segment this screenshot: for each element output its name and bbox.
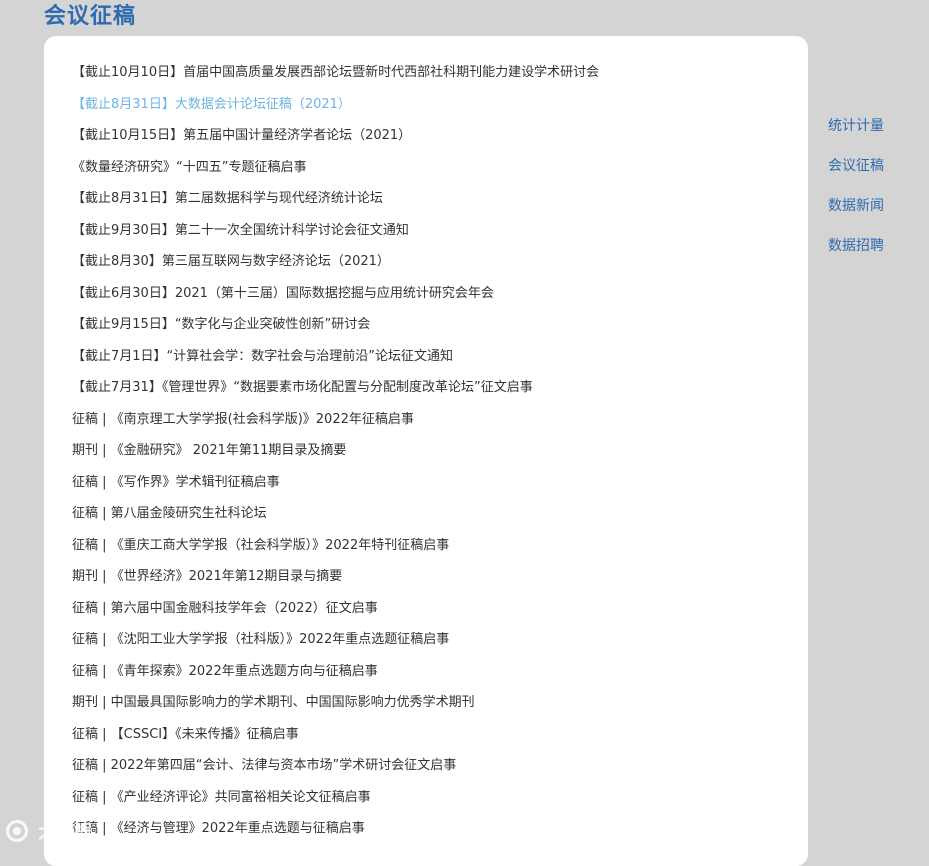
- list-item[interactable]: 征稿 | 《写作界》学术辑刊征稿启事: [72, 467, 599, 499]
- side-nav-item-statistics[interactable]: 统计计量: [828, 113, 884, 153]
- list-item[interactable]: 【截止7月1日】“计算社会学：数字社会与治理前沿”论坛征文通知: [72, 341, 599, 373]
- list-item[interactable]: 征稿 | 《南京理工大学学报(社会科学版)》2022年征稿启事: [72, 404, 599, 436]
- page-title: 会议征稿: [44, 4, 137, 29]
- list-item[interactable]: 【截止9月30日】第二十一次全国统计科学讨论会征文通知: [72, 215, 599, 247]
- list-item[interactable]: 【截止7月31】《管理世界》“数据要素市场化配置与分配制度改革论坛”征文启事: [72, 372, 599, 404]
- list-item[interactable]: 【截止10月10日】首届中国高质量发展西部论坛暨新时代西部社科期刊能力建设学术研…: [72, 57, 599, 89]
- list-item[interactable]: 期刊 | 《金融研究》 2021年第11期目录及摘要: [72, 435, 599, 467]
- list-item[interactable]: 征稿 | 第八届金陵研究生社科论坛: [72, 498, 599, 530]
- list-item[interactable]: 【截止6月30日】2021（第十三届）国际数据挖掘与应用统计研究会年会: [72, 278, 599, 310]
- list-item[interactable]: 征稿 | 《产业经济评论》共同富裕相关论文征稿启事: [72, 782, 599, 814]
- list-item[interactable]: 《数量经济研究》“十四五”专题征稿启事: [72, 152, 599, 184]
- list-item[interactable]: 征稿 | 《沈阳工业大学学报（社科版）》2022年重点选题征稿启事: [72, 624, 599, 656]
- side-nav-item-data-news[interactable]: 数据新闻: [828, 193, 884, 233]
- list-item[interactable]: 征稿 | 《重庆工商大学学报（社会科学版）》2022年特刊征稿启事: [72, 530, 599, 562]
- side-nav-item-data-jobs[interactable]: 数据招聘: [828, 233, 884, 273]
- list-item[interactable]: 征稿 | 第六届中国金融科技学年会（2022）征文启事: [72, 593, 599, 625]
- list-item[interactable]: 【截止8月30】第三届互联网与数字经济论坛（2021）: [72, 246, 599, 278]
- side-nav-item-conference[interactable]: 会议征稿: [828, 153, 884, 193]
- side-nav: 统计计量 会议征稿 数据新闻 数据招聘: [828, 113, 884, 273]
- brand-logo-icon: [6, 820, 28, 842]
- list-item[interactable]: 【截止8月31日】第二届数据科学与现代经济统计论坛: [72, 183, 599, 215]
- watermark: 大数据: [6, 818, 92, 844]
- list-item[interactable]: 征稿 | 【CSSCI】《未来传播》征稿启事: [72, 719, 599, 751]
- list-item[interactable]: 征稿 | 《青年探索》2022年重点选题方向与征稿启事: [72, 656, 599, 688]
- list-item[interactable]: 期刊 | 中国最具国际影响力的学术期刊、中国国际影响力优秀学术期刊: [72, 687, 599, 719]
- article-list: 【截止10月10日】首届中国高质量发展西部论坛暨新时代西部社科期刊能力建设学术研…: [72, 57, 599, 845]
- list-item[interactable]: 【截止10月15日】第五届中国计量经济学者论坛（2021）: [72, 120, 599, 152]
- list-item[interactable]: 征稿 | 《经济与管理》2022年重点选题与征稿启事: [72, 813, 599, 845]
- list-item[interactable]: 【截止9月15日】“数字化与企业突破性创新”研讨会: [72, 309, 599, 341]
- list-item[interactable]: 征稿 | 2022年第四届“会计、法律与资本市场”学术研讨会征文启事: [72, 750, 599, 782]
- list-item[interactable]: 【截止8月31日】大数据会计论坛征稿（2021）: [72, 89, 599, 121]
- watermark-text: 大数据: [38, 822, 92, 843]
- list-item[interactable]: 期刊 | 《世界经济》2021年第12期目录与摘要: [72, 561, 599, 593]
- content-card: 【截止10月10日】首届中国高质量发展西部论坛暨新时代西部社科期刊能力建设学术研…: [44, 36, 808, 866]
